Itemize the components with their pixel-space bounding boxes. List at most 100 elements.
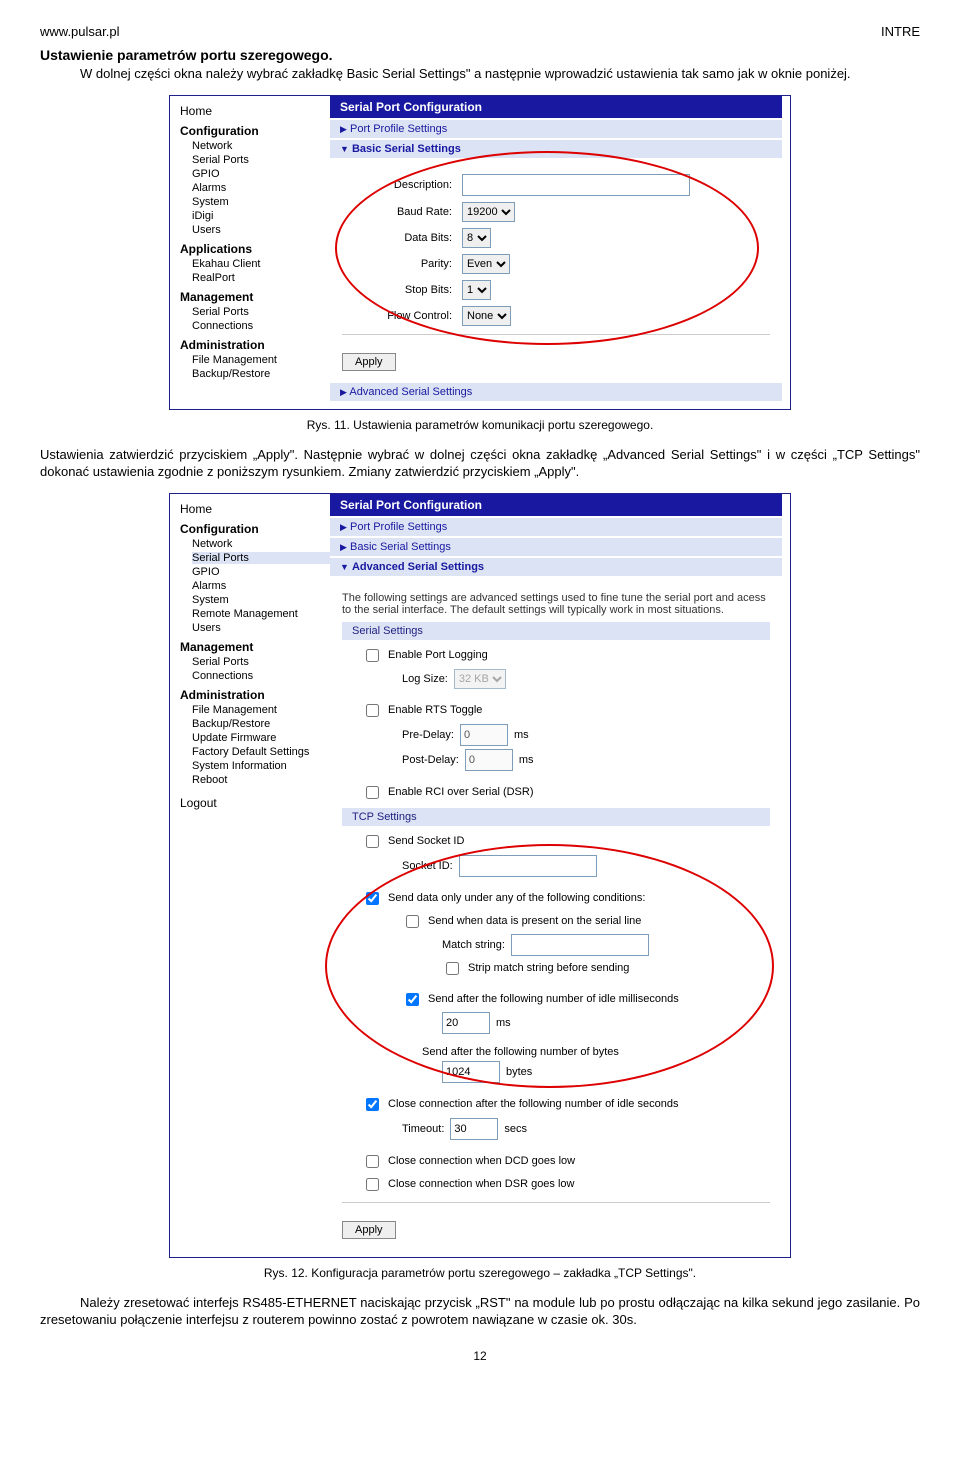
check-send-socket[interactable]	[366, 835, 379, 848]
label-predelay: Pre-Delay:	[402, 729, 454, 741]
panel-title: Serial Port Configuration	[330, 494, 782, 516]
check-close-dcd[interactable]	[366, 1155, 379, 1168]
triangle-icon: ▶	[340, 522, 347, 532]
select-stopbits[interactable]: 1	[462, 280, 491, 300]
nav-alarms[interactable]: Alarms	[192, 182, 330, 194]
unit-ms: ms	[514, 729, 529, 741]
paragraph-2: Ustawienia zatwierdzić przyciskiem „Appl…	[40, 446, 920, 481]
label-send-after-ms: Send after the following number of idle …	[428, 993, 679, 1005]
label-close-after: Close connection after the following num…	[388, 1098, 678, 1110]
nav-serialports[interactable]: Serial Ports	[192, 154, 330, 166]
check-strip[interactable]	[446, 962, 459, 975]
nav-connections[interactable]: Connections	[192, 670, 330, 682]
nav-connections[interactable]: Connections	[192, 320, 330, 332]
check-enable-rci[interactable]	[366, 786, 379, 799]
input-timeout[interactable]	[450, 1118, 498, 1140]
check-close-dsr[interactable]	[366, 1178, 379, 1191]
select-databits[interactable]: 8	[462, 228, 491, 248]
label-close-dcd: Close connection when DCD goes low	[388, 1155, 575, 1167]
label-enable-rts: Enable RTS Toggle	[388, 704, 482, 716]
bar-port-profile[interactable]: ▶ Port Profile Settings	[330, 518, 782, 536]
select-baud[interactable]: 19200	[462, 202, 515, 222]
label-flow: Flow Control:	[342, 310, 462, 322]
nav-home[interactable]: Home	[180, 502, 330, 516]
label-logsize: Log Size:	[402, 673, 448, 685]
check-enable-rts[interactable]	[366, 704, 379, 717]
advanced-info-text: The following settings are advanced sett…	[342, 592, 770, 616]
input-postdelay	[465, 749, 513, 771]
nav-factory[interactable]: Factory Default Settings	[192, 746, 330, 758]
nav-alarms[interactable]: Alarms	[192, 580, 330, 592]
nav-ekahau[interactable]: Ekahau Client	[192, 258, 330, 270]
bar-adv-serial[interactable]: ▶ Advanced Serial Settings	[330, 383, 782, 401]
nav-network[interactable]: Network	[192, 538, 330, 550]
check-enable-log[interactable]	[366, 649, 379, 662]
triangle-icon: ▶	[340, 542, 347, 552]
input-match[interactable]	[511, 934, 649, 956]
nav-system[interactable]: System	[192, 196, 330, 208]
site-url: www.pulsar.pl	[40, 24, 119, 39]
select-flow[interactable]: None	[462, 306, 511, 326]
nav-reboot[interactable]: Reboot	[192, 774, 330, 786]
screenshot-advanced-serial: Home Configuration Network Serial Ports …	[169, 493, 791, 1258]
caption-1: Rys. 11. Ustawienia parametrów komunikac…	[40, 418, 920, 432]
nav-system[interactable]: System	[192, 594, 330, 606]
label-send-after-bytes: Send after the following number of bytes	[422, 1046, 619, 1058]
nav-idigi[interactable]: iDigi	[192, 210, 330, 222]
bar-adv-serial[interactable]: ▼ Advanced Serial Settings	[330, 558, 782, 576]
nav-remote[interactable]: Remote Management	[192, 608, 330, 620]
label-databits: Data Bits:	[342, 232, 462, 244]
nav-realport[interactable]: RealPort	[192, 272, 330, 284]
nav-users[interactable]: Users	[192, 224, 330, 236]
check-send-when-data[interactable]	[406, 915, 419, 928]
paragraph-1: W dolnej części okna należy wybrać zakła…	[40, 65, 920, 83]
label-timeout: Timeout:	[402, 1123, 444, 1135]
input-bytes[interactable]	[442, 1061, 500, 1083]
label-enable-rci: Enable RCI over Serial (DSR)	[388, 786, 534, 798]
nav-gpio[interactable]: GPIO	[192, 566, 330, 578]
bar-basic-serial[interactable]: ▼ Basic Serial Settings	[330, 140, 782, 158]
label-enable-log: Enable Port Logging	[388, 649, 488, 661]
nav-group-mgmt: Management	[180, 640, 330, 654]
nav-group-config: Configuration	[180, 522, 330, 536]
subhead-serial: Serial Settings	[342, 622, 770, 640]
nav-group-admin: Administration	[180, 688, 330, 702]
label-parity: Parity:	[342, 258, 462, 270]
nav-group-config: Configuration	[180, 124, 330, 138]
label-close-dsr: Close connection when DSR goes low	[388, 1178, 575, 1190]
bar-basic-serial[interactable]: ▶ Basic Serial Settings	[330, 538, 782, 556]
check-send-cond[interactable]	[366, 892, 379, 905]
check-send-after-ms[interactable]	[406, 993, 419, 1006]
triangle-icon: ▶	[340, 387, 347, 397]
select-logsize: 32 KB	[454, 669, 506, 689]
nav-filemgmt[interactable]: File Management	[192, 354, 330, 366]
select-parity[interactable]: Even	[462, 254, 510, 274]
nav-backup[interactable]: Backup/Restore	[192, 718, 330, 730]
nav-sysinfo[interactable]: System Information	[192, 760, 330, 772]
paragraph-3: Należy zresetować interfejs RS485-ETHERN…	[40, 1294, 920, 1329]
apply-button[interactable]: Apply	[342, 353, 396, 371]
nav-mgmt-serial[interactable]: Serial Ports	[192, 306, 330, 318]
check-close-after[interactable]	[366, 1098, 379, 1111]
nav-gpio[interactable]: GPIO	[192, 168, 330, 180]
bar-port-profile[interactable]: ▶ Port Profile Settings	[330, 120, 782, 138]
section-heading: Ustawienie parametrów portu szeregowego.	[40, 47, 920, 63]
sidebar: Home Configuration Network Serial Ports …	[170, 494, 330, 1257]
nav-users[interactable]: Users	[192, 622, 330, 634]
triangle-icon: ▶	[340, 124, 347, 134]
input-predelay	[460, 724, 508, 746]
model-name: INTRE	[881, 24, 920, 39]
nav-network[interactable]: Network	[192, 140, 330, 152]
nav-logout[interactable]: Logout	[180, 796, 330, 810]
nav-home[interactable]: Home	[180, 104, 330, 118]
label-strip: Strip match string before sending	[468, 962, 629, 974]
nav-update[interactable]: Update Firmware	[192, 732, 330, 744]
nav-serialports[interactable]: Serial Ports	[192, 552, 330, 564]
nav-mgmt-serial[interactable]: Serial Ports	[192, 656, 330, 668]
input-idle-ms[interactable]	[442, 1012, 490, 1034]
nav-backup[interactable]: Backup/Restore	[192, 368, 330, 380]
nav-filemgmt[interactable]: File Management	[192, 704, 330, 716]
input-socketid[interactable]	[459, 855, 597, 877]
apply-button[interactable]: Apply	[342, 1221, 396, 1239]
input-description[interactable]	[462, 174, 690, 196]
